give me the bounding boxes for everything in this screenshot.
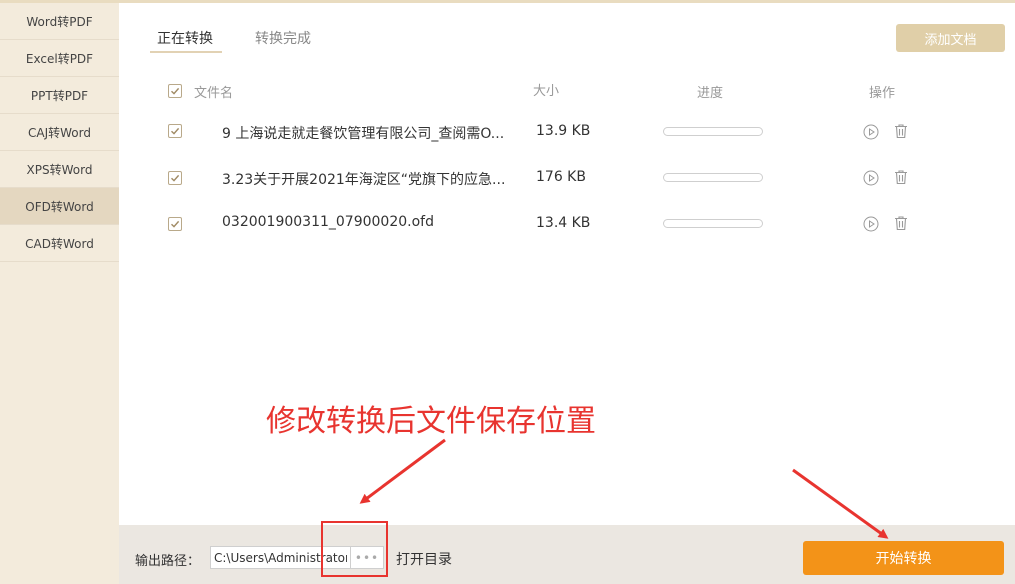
sidebar-item-ppt-to-pdf[interactable]: PPT转PDF bbox=[0, 77, 119, 114]
annotation-arrows bbox=[359, 438, 889, 539]
check-icon bbox=[171, 174, 180, 182]
file-name: 9 上海说走就走餐饮管理有限公司_查阅需O... bbox=[222, 126, 505, 142]
delete-button[interactable] bbox=[893, 123, 909, 139]
arrow-to-browse bbox=[359, 438, 446, 504]
sidebar-item-word-to-pdf[interactable]: Word转PDF bbox=[0, 3, 119, 40]
active-tab-underline bbox=[150, 51, 222, 53]
trash-icon bbox=[895, 170, 907, 185]
delete-button[interactable] bbox=[893, 169, 909, 185]
tab-completed[interactable]: 转换完成 bbox=[255, 28, 311, 48]
sidebar-item-caj-to-word[interactable]: CAJ转Word bbox=[0, 114, 119, 151]
row-checkbox[interactable] bbox=[168, 124, 182, 138]
sidebar-item-cad-to-word[interactable]: CAD转Word bbox=[0, 225, 119, 262]
play-icon bbox=[863, 124, 879, 140]
file-name: 032001900311_07900020.ofd bbox=[222, 214, 434, 230]
annotation-text: 修改转换后文件保存位置 bbox=[266, 404, 596, 439]
play-button[interactable] bbox=[863, 170, 879, 186]
row-checkbox[interactable] bbox=[168, 171, 182, 185]
sidebar-item-label: Word转PDF bbox=[26, 14, 93, 29]
file-size: 13.4 KB bbox=[536, 215, 591, 231]
trash-icon bbox=[895, 216, 907, 231]
sidebar-item-label: CAJ转Word bbox=[28, 125, 91, 140]
progress-bar bbox=[663, 127, 763, 136]
start-conversion-button[interactable]: 开始转换 bbox=[803, 541, 1004, 575]
trash-icon bbox=[895, 124, 907, 139]
sidebar-item-label: XPS转Word bbox=[26, 162, 93, 177]
sidebar-item-label: CAD转Word bbox=[25, 236, 94, 251]
column-header-size: 大小 bbox=[533, 84, 560, 99]
progress-bar bbox=[663, 219, 763, 228]
column-header-name: 文件名 bbox=[194, 86, 234, 101]
file-name: 3.23关于开展2021年海淀区“党旗下的应急... bbox=[222, 172, 506, 188]
sidebar-item-ofd-to-word[interactable]: OFD转Word bbox=[0, 188, 119, 225]
progress-bar bbox=[663, 173, 763, 182]
sidebar-item-xps-to-word[interactable]: XPS转Word bbox=[0, 151, 119, 188]
select-all-checkbox[interactable] bbox=[168, 84, 182, 98]
check-icon bbox=[171, 127, 180, 135]
annotation-highlight-box bbox=[321, 521, 388, 577]
tab-converting[interactable]: 正在转换 bbox=[157, 28, 213, 48]
check-icon bbox=[171, 220, 180, 228]
row-checkbox[interactable] bbox=[168, 217, 182, 231]
add-document-button[interactable]: 添加文档 bbox=[896, 24, 1005, 52]
play-icon bbox=[863, 216, 879, 232]
play-button[interactable] bbox=[863, 124, 879, 140]
file-size: 13.9 KB bbox=[536, 123, 591, 139]
file-size: 176 KB bbox=[536, 169, 586, 185]
column-header-progress: 进度 bbox=[697, 86, 724, 101]
sidebar-item-excel-to-pdf[interactable]: Excel转PDF bbox=[0, 40, 119, 77]
top-accent-line bbox=[0, 0, 1015, 3]
sidebar-item-label: PPT转PDF bbox=[30, 88, 89, 103]
delete-button[interactable] bbox=[893, 215, 909, 231]
sidebar: Word转PDF Excel转PDF PPT转PDF CAJ转Word XPS转… bbox=[0, 3, 119, 584]
check-icon bbox=[171, 87, 180, 95]
open-directory-link[interactable]: 打开目录 bbox=[396, 549, 452, 569]
sidebar-item-label: Excel转PDF bbox=[25, 51, 94, 66]
play-icon bbox=[863, 170, 879, 186]
column-header-actions: 操作 bbox=[869, 86, 896, 101]
output-path-label: 输出路径： bbox=[135, 554, 201, 569]
play-button[interactable] bbox=[863, 216, 879, 232]
sidebar-item-label: OFD转Word bbox=[25, 199, 94, 214]
